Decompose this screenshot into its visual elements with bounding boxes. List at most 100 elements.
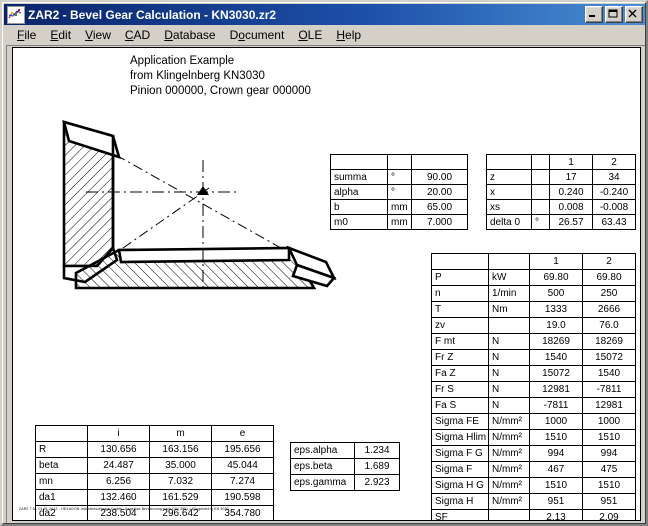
bevel-gear-section-drawing (31, 100, 351, 305)
table-row: x 0.240 -0.240 (487, 185, 636, 200)
results-unit-13: N/mm² (489, 478, 530, 494)
results-v1-4: 18269 (530, 334, 583, 350)
teeth-header-col1: 1 (550, 155, 593, 170)
close-button[interactable] (625, 6, 643, 23)
table-row: PkW69.8069.80 (432, 270, 636, 286)
menu-item-view[interactable]: View (78, 26, 118, 44)
geometry-value-summa: 90.00 (412, 170, 468, 185)
results-v2-1: 250 (583, 286, 636, 302)
results-v1-12: 467 (530, 462, 583, 478)
title-bar[interactable]: ZAR2 - Bevel Gear Calculation - KN3030.z… (4, 4, 646, 25)
menu-item-cad[interactable]: CAD (118, 26, 157, 44)
dimensions-m-0: 163.156 (150, 442, 212, 458)
geometry-header-blank-1 (388, 155, 412, 170)
table-row: mn6.2567.0327.274 (36, 474, 274, 490)
table-row: z 17 34 (487, 170, 636, 185)
eps-value-gamma: 2.923 (355, 475, 400, 491)
heading-block: Application Example from Klingelnberg KN… (130, 54, 311, 99)
results-label-2: T (432, 302, 489, 318)
results-v1-5: 1540 (530, 350, 583, 366)
menu-item-help[interactable]: Help (329, 26, 368, 44)
results-unit-14: N/mm² (489, 494, 530, 510)
results-v2-14: 951 (583, 494, 636, 510)
app-icon[interactable] (7, 6, 25, 24)
results-unit-9: N/mm² (489, 414, 530, 430)
table-header-row: 1 2 (432, 254, 636, 270)
teeth-unit-xs (532, 200, 550, 215)
results-unit-2: Nm (489, 302, 530, 318)
menu-item-edit[interactable]: Edit (43, 26, 78, 44)
geometry-label-summa: summa (331, 170, 388, 185)
dimensions-i-3: 132.460 (88, 490, 150, 506)
results-unit-6: N (489, 366, 530, 382)
teeth-x-1: 0.240 (550, 185, 593, 200)
dimensions-header-m: m (150, 426, 212, 442)
table-row: Sigma FEN/mm²10001000 (432, 414, 636, 430)
table-row: Sigma FN/mm²467475 (432, 462, 636, 478)
table-row: summa ° 90.00 (331, 170, 468, 185)
dimensions-label-0: R (36, 442, 88, 458)
results-v2-2: 2666 (583, 302, 636, 318)
table-row: Sigma HN/mm²951951 (432, 494, 636, 510)
eps-label-beta: eps.beta (291, 459, 355, 475)
menu-item-ole[interactable]: OLE (291, 26, 329, 44)
menu-item-file[interactable]: File (10, 26, 43, 44)
results-label-15: SF (432, 510, 489, 522)
minimize-button[interactable] (585, 6, 603, 23)
table-row: eps.beta 1.689 (291, 459, 400, 475)
results-v1-3: 19.0 (530, 318, 583, 334)
dimensions-header-e: e (212, 426, 274, 442)
dimensions-label-2: mn (36, 474, 88, 490)
results-unit-0: kW (489, 270, 530, 286)
menu-bar: File Edit View CAD Database Document OLE… (4, 25, 646, 44)
table-row: R130.656163.156195.656 (36, 442, 274, 458)
table-row: F mtN1826918269 (432, 334, 636, 350)
table-row: eps.gamma 2.923 (291, 475, 400, 491)
results-v2-15: 2.09 (583, 510, 636, 522)
menu-item-document[interactable]: Document (223, 26, 292, 44)
results-label-11: Sigma F G (432, 446, 489, 462)
geometry-label-alpha: alpha (331, 185, 388, 200)
teeth-header-col2: 2 (593, 155, 636, 170)
results-header-1 (489, 254, 530, 270)
results-header-0 (432, 254, 489, 270)
geometry-unit-m0: mm (388, 215, 412, 230)
document-page[interactable]: Application Example from Klingelnberg KN… (12, 47, 641, 521)
maximize-button[interactable] (605, 6, 623, 23)
table-row: SF2.132.09 (432, 510, 636, 522)
teeth-header-0 (487, 155, 532, 170)
dimensions-i-0: 130.656 (88, 442, 150, 458)
dimensions-i-1: 24.487 (88, 458, 150, 474)
results-v2-7: -7811 (583, 382, 636, 398)
results-label-0: P (432, 270, 489, 286)
application-window: ZAR2 - Bevel Gear Calculation - KN3030.z… (0, 0, 648, 526)
results-label-6: Fa Z (432, 366, 489, 382)
results-v2-0: 69.80 (583, 270, 636, 286)
results-v1-14: 951 (530, 494, 583, 510)
results-v2-3: 76.0 (583, 318, 636, 334)
footer-note: ZAR2 7.6 - 01.01.2012 - HEXAGON Industri… (19, 507, 229, 512)
table-row: zv19.076.0 (432, 318, 636, 334)
results-header-col2: 2 (583, 254, 636, 270)
heading-line-3: Pinion 000000, Crown gear 000000 (130, 84, 311, 99)
results-unit-1: 1/min (489, 286, 530, 302)
results-table: 1 2 PkW69.8069.80n1/min500250TNm13332666… (431, 253, 636, 521)
results-v2-5: 15072 (583, 350, 636, 366)
window-title: ZAR2 - Bevel Gear Calculation - KN3030.z… (28, 8, 585, 22)
heading-line-1: Application Example (130, 54, 311, 69)
dimensions-header-i: i (88, 426, 150, 442)
results-v2-11: 994 (583, 446, 636, 462)
menu-item-database[interactable]: Database (157, 26, 222, 44)
table-row: Sigma H GN/mm²15101510 (432, 478, 636, 494)
table-row: da1132.460161.529190.598 (36, 490, 274, 506)
teeth-delta0-2: 63.43 (593, 215, 636, 230)
table-row: b mm 65.00 (331, 200, 468, 215)
teeth-label-z: z (487, 170, 532, 185)
results-v1-1: 500 (530, 286, 583, 302)
dimensions-m-2: 7.032 (150, 474, 212, 490)
dimensions-m-3: 161.529 (150, 490, 212, 506)
results-unit-4: N (489, 334, 530, 350)
teeth-z-1: 17 (550, 170, 593, 185)
results-v1-9: 1000 (530, 414, 583, 430)
geometry-label-m0: m0 (331, 215, 388, 230)
